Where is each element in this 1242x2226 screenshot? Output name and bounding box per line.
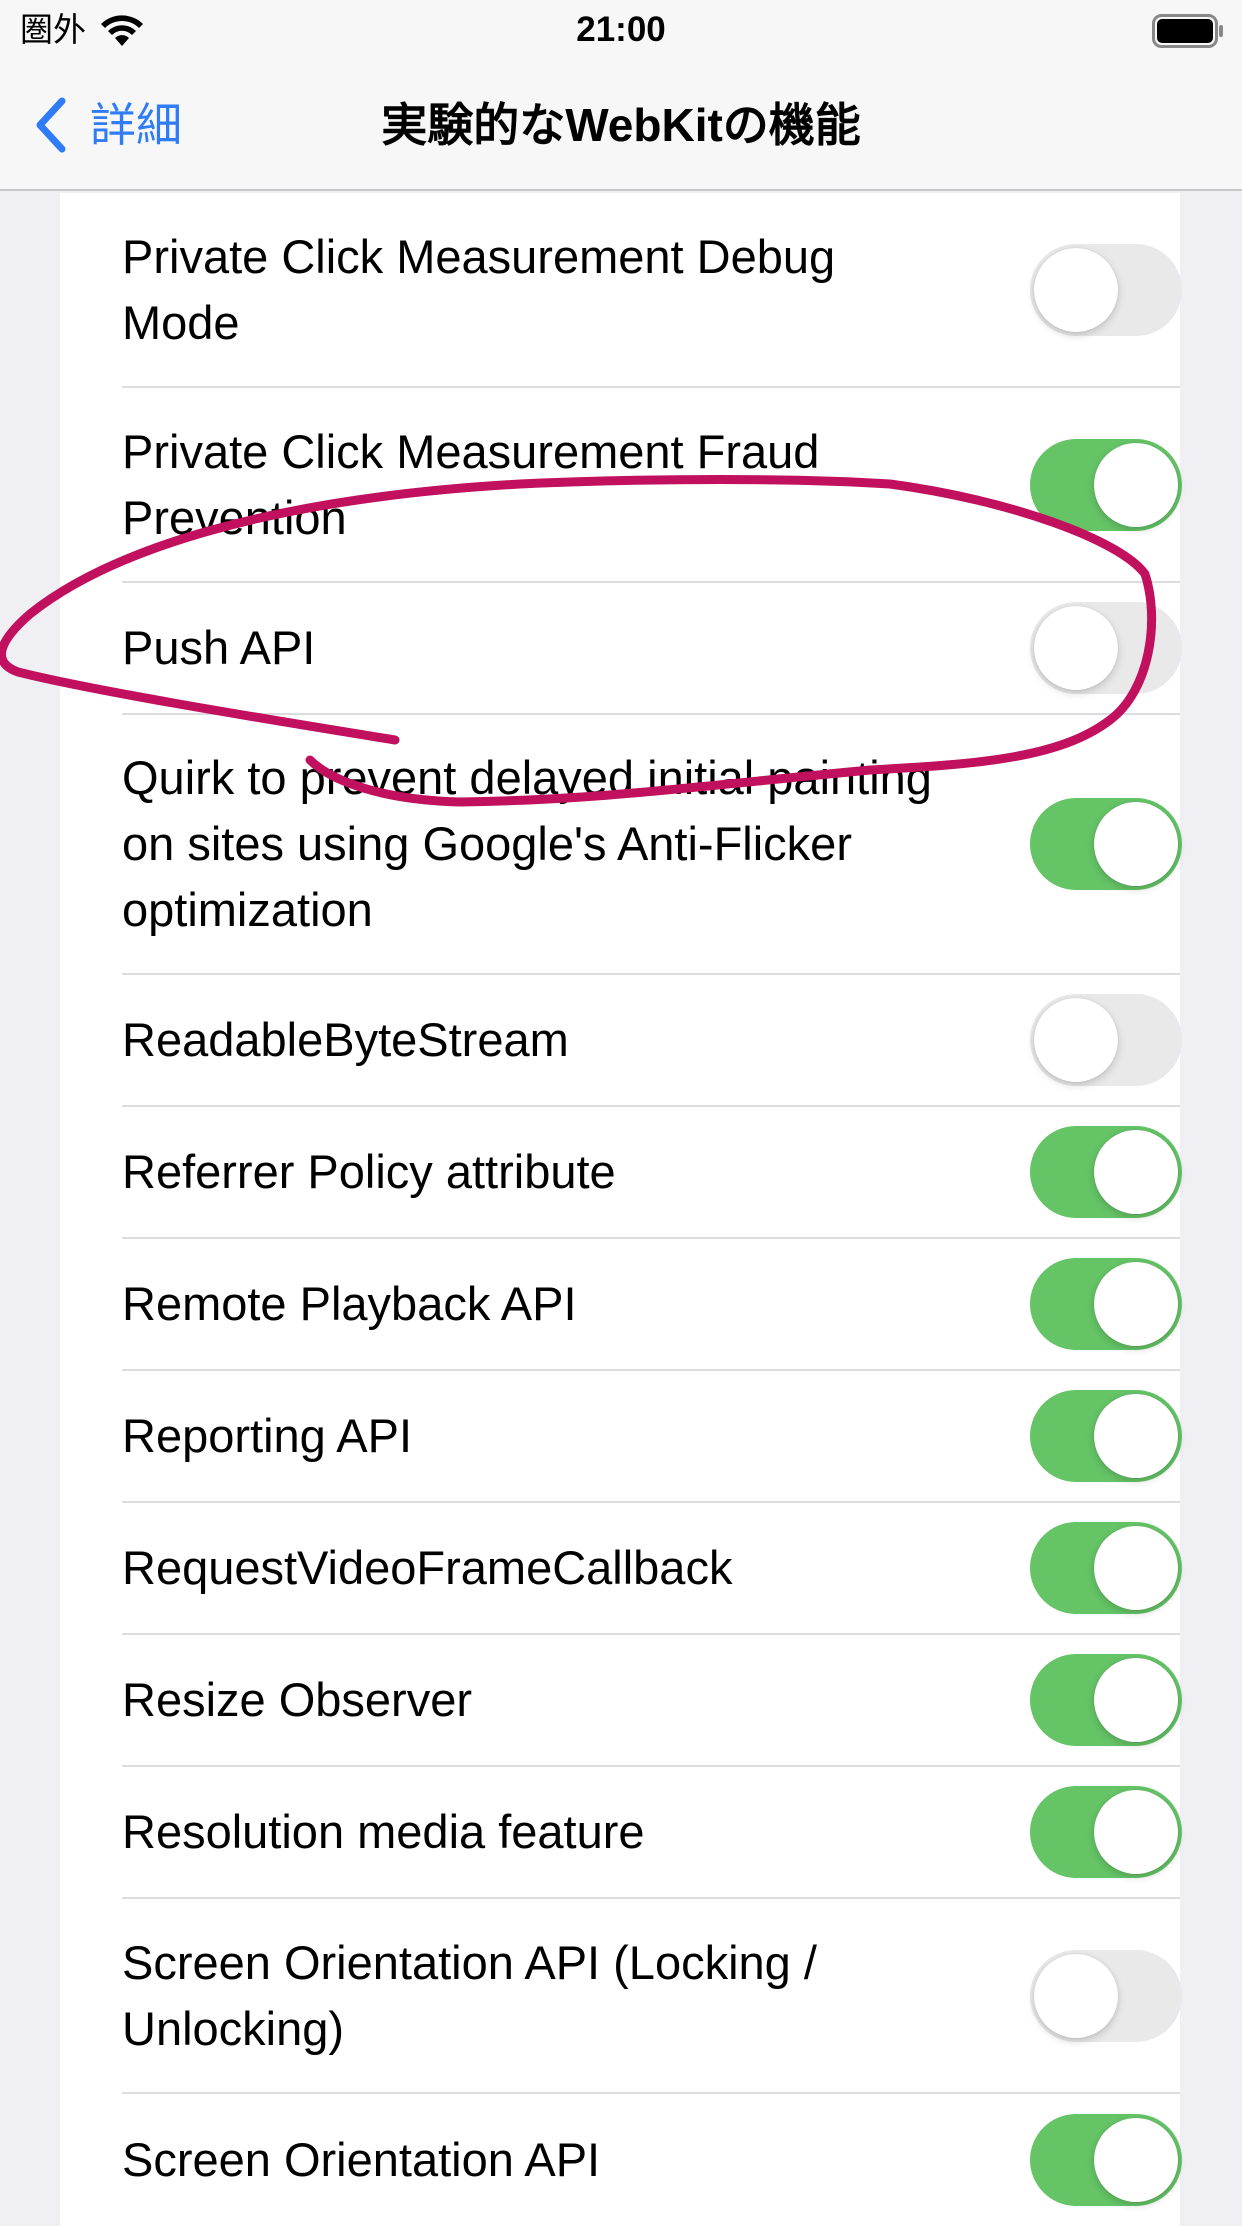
setting-label: Referrer Policy attribute	[122, 1145, 616, 1198]
setting-label: Private Click Measurement Fraud Preventi…	[122, 424, 820, 544]
setting-toggle[interactable]	[1030, 243, 1182, 336]
list-item: Remote Playback API	[60, 1239, 1182, 1371]
setting-label: Resolution media feature	[122, 1805, 645, 1858]
toggle-knob	[1094, 2118, 1178, 2202]
setting-label: ReadableByteStream	[122, 1013, 569, 1066]
list-item: Screen Orientation API (Locking / Unlock…	[60, 1899, 1182, 2094]
list-item: Resolution media feature	[60, 1767, 1182, 1899]
list-item: Resize Observer	[60, 1635, 1182, 1767]
setting-toggle[interactable]	[1030, 1786, 1182, 1878]
list-item: ReadableByteStream	[60, 975, 1182, 1107]
toggle-knob	[1094, 1130, 1178, 1214]
chevron-left-icon	[36, 97, 66, 153]
setting-toggle[interactable]	[1030, 2114, 1182, 2206]
setting-label: Push API	[122, 621, 316, 674]
setting-label: Reporting API	[122, 1409, 413, 1462]
setting-label: RequestVideoFrameCallback	[122, 1541, 733, 1594]
setting-toggle[interactable]	[1030, 1258, 1182, 1350]
toggle-knob	[1094, 1262, 1178, 1346]
list-item-content: Private Click Measurement Debug Mode	[122, 193, 1182, 388]
toggle-knob	[1034, 247, 1118, 332]
battery-icon	[1152, 14, 1223, 48]
setting-toggle[interactable]	[1030, 438, 1182, 531]
list-item-content: Private Click Measurement Fraud Preventi…	[122, 388, 1182, 583]
settings-list: Private Click Measurement Debug Mode Priv…	[60, 193, 1182, 2226]
status-time: 21:00	[576, 10, 666, 49]
setting-label: Quirk to prevent delayed initial paintin…	[122, 751, 932, 936]
setting-toggle[interactable]	[1030, 1654, 1182, 1746]
setting-toggle[interactable]	[1030, 602, 1182, 694]
list-item: RequestVideoFrameCallback	[60, 1503, 1182, 1635]
list-item: Private Click Measurement Debug Mode	[60, 193, 1182, 388]
list-item: Push API	[60, 583, 1182, 715]
status-bar: 圏外 21:00	[0, 0, 1242, 60]
list-item: Reporting API	[60, 1371, 1182, 1503]
setting-toggle[interactable]	[1030, 1126, 1182, 1218]
page-title: 実験的なWebKitの機能	[381, 99, 861, 151]
list-item: Quirk to prevent delayed initial paintin…	[60, 715, 1182, 975]
toggle-knob	[1034, 1953, 1118, 2038]
toggle-knob	[1094, 802, 1178, 886]
toggle-knob	[1094, 1394, 1178, 1478]
setting-label: Screen Orientation API	[122, 2133, 601, 2186]
toggle-knob	[1094, 1658, 1178, 1742]
toggle-knob	[1034, 606, 1118, 690]
list-item-content: Referrer Policy attribute	[122, 1107, 1182, 1239]
list-item-content: Resize Observer	[122, 1635, 1182, 1767]
back-button[interactable]: 詳細	[32, 90, 182, 160]
list-item-content: Resolution media feature	[122, 1767, 1182, 1899]
back-label: 詳細	[90, 99, 182, 151]
list-item: Referrer Policy attribute	[60, 1107, 1182, 1239]
list-item: Screen Orientation API	[60, 2094, 1182, 2226]
toggle-knob	[1034, 998, 1118, 1082]
list-item-content: Screen Orientation API (Locking / Unlock…	[122, 1899, 1182, 2094]
navigation-bar: 詳細 実験的なWebKitの機能	[0, 60, 1242, 191]
setting-toggle[interactable]	[1030, 994, 1182, 1086]
setting-label: Private Click Measurement Debug Mode	[122, 229, 836, 349]
setting-label: Remote Playback API	[122, 1277, 577, 1330]
setting-toggle[interactable]	[1030, 798, 1182, 890]
list-item-content: RequestVideoFrameCallback	[122, 1503, 1182, 1635]
setting-toggle[interactable]	[1030, 1522, 1182, 1614]
setting-label: Resize Observer	[122, 1673, 472, 1726]
toggle-knob	[1094, 1526, 1178, 1610]
list-item-content: Screen Orientation API	[122, 2094, 1182, 2226]
list-item-content: ReadableByteStream	[122, 975, 1182, 1107]
toggle-knob	[1094, 442, 1178, 527]
setting-toggle[interactable]	[1030, 1390, 1182, 1482]
setting-label: Screen Orientation API (Locking / Unlock…	[122, 1935, 817, 2055]
list-item: Private Click Measurement Fraud Preventi…	[60, 388, 1182, 583]
toggle-knob	[1094, 1790, 1178, 1874]
setting-toggle[interactable]	[1030, 1949, 1182, 2042]
list-item-content: Push API	[122, 583, 1182, 715]
list-item-content: Remote Playback API	[122, 1239, 1182, 1371]
list-item-content: Reporting API	[122, 1371, 1182, 1503]
list-item-content: Quirk to prevent delayed initial paintin…	[122, 715, 1182, 975]
